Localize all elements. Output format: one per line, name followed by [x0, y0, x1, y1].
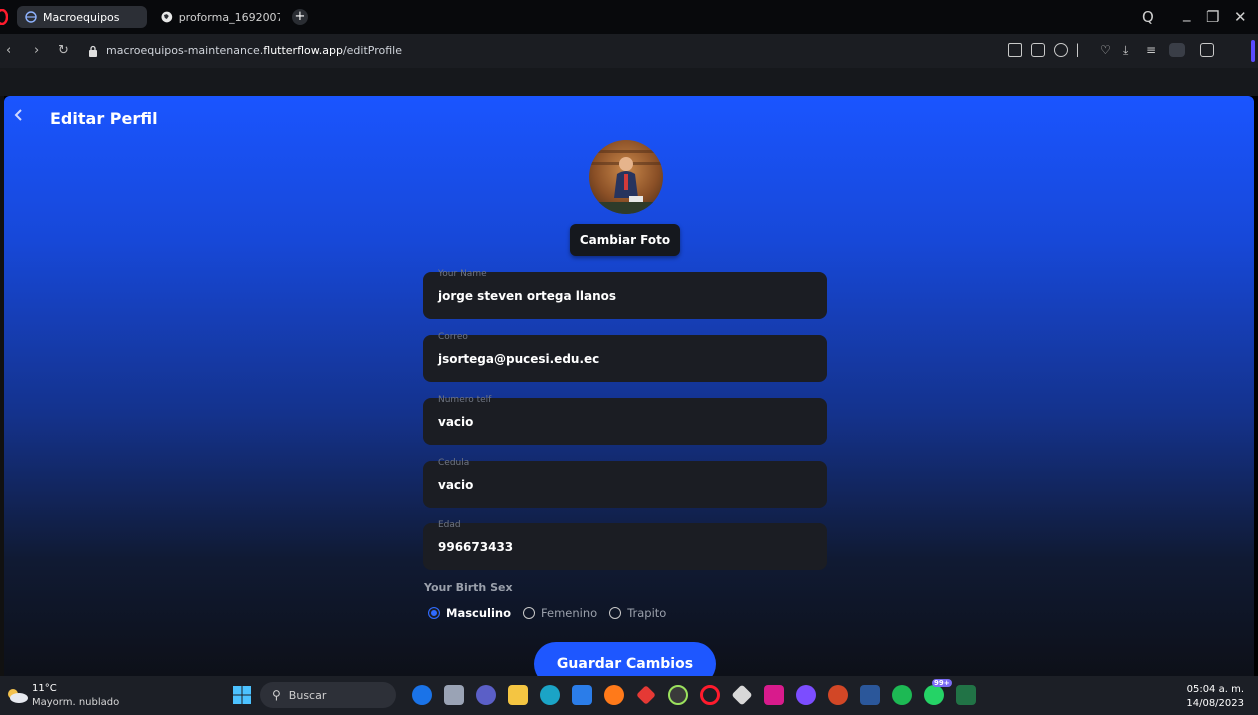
search-tabs-icon[interactable]: Q — [1142, 8, 1154, 26]
name-label: Your Name — [438, 269, 487, 279]
send-icon[interactable] — [1077, 43, 1091, 57]
whatsapp-icon[interactable]: 99+ — [924, 679, 952, 705]
opera-icon[interactable] — [700, 685, 720, 705]
phone-field[interactable]: Numero telf vacio — [423, 395, 827, 445]
sidebar-accent — [1251, 40, 1255, 62]
bing-icon[interactable] — [412, 685, 432, 705]
taskbar-search[interactable]: ⚲ Buscar — [260, 682, 396, 708]
back-nav-icon[interactable]: ‹ — [6, 43, 11, 58]
back-arrow-icon[interactable] — [12, 106, 24, 124]
radio-femenino[interactable]: Femenino — [523, 606, 597, 620]
address-bar-row: ‹ › ↻ macroequipos-maintenance.flutterfl… — [0, 34, 1258, 68]
reload-icon[interactable]: ↻ — [58, 43, 69, 58]
browser-tab-bar: Macroequipos proforma_16920071741 3 + Q … — [0, 0, 1258, 34]
task-view-icon[interactable] — [444, 685, 464, 705]
camera-icon[interactable] — [1031, 43, 1045, 57]
system-clock[interactable]: 05:04 a. m. 14/08/2023 — [1186, 683, 1244, 711]
menu-icon[interactable]: ≡ — [1146, 43, 1160, 57]
page-title: Editar Perfil — [50, 109, 158, 128]
weather-desc: Mayorm. nublado — [32, 697, 120, 708]
tab-proforma[interactable]: proforma_16920071741 3 — [153, 6, 288, 28]
forward-nav-icon[interactable]: › — [34, 43, 39, 58]
anydesk-icon[interactable] — [636, 685, 656, 705]
unity-icon[interactable] — [731, 684, 753, 706]
change-photo-button[interactable]: Cambiar Foto — [570, 224, 680, 256]
radio-trapito[interactable]: Trapito — [609, 606, 666, 620]
age-field[interactable]: Edad 996673433 — [423, 520, 827, 570]
notification-badge: 99+ — [932, 679, 952, 687]
minimize-button[interactable]: _ — [1183, 4, 1191, 22]
weather-temp: 11°C — [32, 683, 57, 694]
radio-unselected-icon — [609, 607, 622, 619]
email-label: Correo — [438, 332, 468, 342]
globe-icon — [161, 11, 173, 23]
phone-label: Numero telf — [438, 395, 492, 405]
site-favicon-icon — [25, 11, 37, 23]
id-number-label: Cedula — [438, 458, 470, 468]
windows-taskbar: 11°C Mayorm. nublado ⚲ Buscar 99+ 05:04 … — [0, 676, 1258, 715]
profile-icon[interactable] — [1169, 43, 1185, 57]
windows-start-icon[interactable] — [233, 686, 251, 704]
radio-unselected-icon — [523, 607, 536, 619]
lock-icon — [89, 45, 97, 57]
powerpoint-icon[interactable] — [828, 685, 848, 705]
teams-icon[interactable] — [476, 685, 496, 705]
browser-extensions: ♡ ⤓ ≡ — [1008, 43, 1214, 57]
id-number-field[interactable]: Cedula vacio — [423, 458, 827, 508]
tab-title: Macroequipos — [43, 10, 120, 24]
new-tab-button[interactable]: + — [292, 9, 308, 25]
name-value: jorge steven ortega llanos — [438, 289, 617, 303]
id-number-value: vacio — [438, 478, 474, 492]
close-button[interactable]: ✕ — [1234, 8, 1247, 26]
birth-sex-radio-group: Masculino Femenino Trapito — [428, 606, 678, 620]
restore-button[interactable]: ❐ — [1206, 8, 1219, 26]
opera-logo-icon[interactable] — [0, 9, 8, 25]
birth-sex-label: Your Birth Sex — [424, 581, 513, 594]
tab-title: proforma_16920071741 3 — [178, 10, 280, 24]
excel-icon[interactable] — [956, 685, 976, 705]
phone-value: vacio — [438, 415, 474, 429]
tab-macroequipos[interactable]: Macroequipos — [17, 6, 147, 28]
download-icon[interactable]: ⤓ — [1123, 43, 1137, 57]
url-field[interactable]: macroequipos-maintenance.flutterflow.app… — [106, 44, 402, 57]
app-viewport: Editar Perfil Cambiar Foto Your Name jor… — [4, 96, 1254, 676]
profile-photo — [589, 150, 663, 214]
bookmarks-bar — [0, 68, 1258, 96]
radio-selected-icon — [428, 607, 440, 619]
firefox-icon[interactable] — [604, 685, 624, 705]
email-value: jsortega@pucesi.edu.ec — [438, 352, 600, 366]
name-field[interactable]: Your Name jorge steven ortega llanos — [423, 269, 827, 319]
power-app-icon[interactable] — [668, 685, 688, 705]
edge-icon[interactable] — [540, 685, 560, 705]
screen-tool-icon[interactable] — [764, 685, 784, 705]
age-label: Edad — [438, 520, 461, 530]
age-value: 996673433 — [438, 540, 514, 554]
cube-icon[interactable] — [1200, 43, 1214, 57]
heart-icon[interactable]: ♡ — [1100, 43, 1114, 57]
word-icon[interactable] — [860, 685, 880, 705]
shield-icon[interactable] — [1054, 43, 1068, 57]
radio-masculino[interactable]: Masculino — [428, 606, 511, 620]
save-changes-button[interactable]: Guardar Cambios — [534, 642, 716, 676]
chrome-color-icon[interactable] — [796, 685, 816, 705]
email-field[interactable]: Correo jsortega@pucesi.edu.ec — [423, 332, 827, 382]
taskbar-apps: 99+ — [412, 679, 976, 706]
avatar[interactable] — [589, 140, 663, 214]
store-icon[interactable] — [572, 685, 592, 705]
spotify-icon[interactable] — [892, 685, 912, 705]
file-explorer-icon[interactable] — [508, 685, 528, 705]
search-icon: ⚲ — [272, 688, 281, 702]
cloud-icon[interactable] — [6, 687, 28, 703]
edit-icon[interactable] — [1008, 43, 1022, 57]
